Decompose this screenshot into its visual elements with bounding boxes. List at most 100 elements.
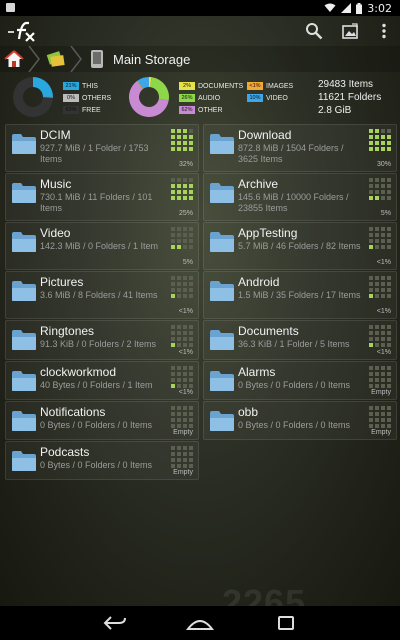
legend-item: 26% AUDIO [179, 93, 220, 103]
legend-item: 0% OTHERS [63, 93, 111, 103]
usage-grid-icon [171, 227, 193, 249]
home-icon[interactable] [4, 50, 24, 68]
usage-grid-icon [369, 227, 391, 249]
folder-icon [11, 280, 37, 302]
legend-percent: 63% [63, 106, 79, 114]
legend-percent: 0% [63, 94, 79, 102]
usage-percent: <1% [376, 259, 391, 266]
usage-percent: Empty [371, 429, 391, 436]
breadcrumb-separator-icon [28, 46, 40, 72]
folder-name: Documents [238, 324, 299, 338]
folder-icon [11, 182, 37, 204]
folder-item[interactable]: Music 730.1 MiB / 11 Folders / 101 Items 2… [5, 173, 199, 221]
folder-item[interactable]: Android 1.5 MiB / 35 Folders / 17 Items <1… [203, 271, 397, 319]
apps-icon[interactable] [45, 50, 67, 68]
folder-item[interactable]: Pictures 3.6 MiB / 8 Folders / 41 Items <1… [5, 271, 199, 319]
total-size: 2.8 GiB [318, 105, 352, 116]
folder-item[interactable]: Alarms 0 Bytes / 0 Folders / 0 Items Empty [203, 361, 397, 400]
legend-percent: 62% [179, 106, 195, 114]
folder-details: 142.3 MiB / 0 Folders / 1 Item [40, 241, 159, 251]
battery-icon [356, 2, 363, 14]
file-type-donut-chart [129, 77, 169, 117]
legend-label: FREE [82, 106, 101, 114]
folder-icon [11, 329, 37, 351]
usage-grid-icon [369, 406, 391, 428]
folder-icon [11, 370, 37, 392]
usage-grid-icon [171, 129, 193, 151]
recents-icon[interactable] [277, 615, 295, 631]
current-location[interactable]: Main Storage [113, 52, 190, 67]
search-icon[interactable] [305, 22, 323, 40]
breadcrumb: Main Storage [0, 46, 400, 72]
folder-item[interactable]: DCIM 927.7 MiB / 1 Folder / 1753 Items 32% [5, 124, 199, 172]
folder-icon [209, 133, 235, 155]
legend-percent: 21% [63, 82, 79, 90]
usage-percent: 30% [376, 161, 391, 168]
legend-item: 63% FREE [63, 105, 101, 115]
folder-details: 40 Bytes / 0 Folders / 1 Item [40, 380, 153, 390]
breadcrumb-separator-icon [70, 46, 82, 72]
folder-icon [11, 133, 37, 155]
folder-name: Android [238, 275, 280, 289]
usage-grid-icon [369, 178, 391, 200]
cell-signal-icon [341, 3, 352, 13]
gallery-icon[interactable] [341, 22, 359, 40]
legend-item: <1% IMAGES [247, 81, 293, 91]
folder-name: clockworkmod [40, 365, 117, 379]
folder-name: Video [40, 226, 71, 240]
status-bar: 3:02 [0, 0, 400, 16]
usage-grid-icon [171, 325, 193, 347]
usage-grid-icon [171, 406, 193, 428]
back-icon[interactable] [103, 615, 127, 631]
folder-icon [11, 231, 37, 253]
legend-item: 21% THIS [63, 81, 98, 91]
folder-item[interactable]: Download 872.8 MiB / 1504 Folders / 3625 … [203, 124, 397, 172]
usage-grid-icon [171, 446, 193, 468]
folder-details: 0 Bytes / 0 Folders / 0 Items [40, 460, 153, 470]
legend-label: AUDIO [198, 94, 221, 102]
usage-percent: 25% [178, 210, 193, 217]
folder-details: 927.7 MiB / 1 Folder / 1753 Items [40, 143, 149, 164]
usage-percent: <1% [376, 308, 391, 315]
usage-percent: 32% [178, 161, 193, 168]
legend-label: OTHER [198, 106, 223, 114]
usage-grid-icon [369, 366, 391, 388]
storage-totals: 29483 Items 11621 Folders 2.8 GiB [318, 78, 381, 117]
phone-storage-icon[interactable] [90, 49, 104, 69]
home-button-icon[interactable] [186, 615, 214, 631]
clock: 3:02 [367, 1, 392, 15]
donut-slice [150, 77, 169, 101]
folder-icon [209, 280, 235, 302]
folder-item[interactable]: Ringtones 91.3 KiB / 0 Folders / 2 Items <… [5, 320, 199, 360]
folder-name: obb [238, 405, 259, 419]
folder-name: Music [40, 177, 72, 191]
usage-percent: 5% [380, 210, 391, 217]
folder-name: Podcasts [40, 445, 90, 459]
folder-name: Download [238, 128, 292, 142]
fx-logo-icon[interactable] [6, 20, 36, 42]
folder-item[interactable]: Notifications 0 Bytes / 0 Folders / 0 Ite… [5, 401, 199, 440]
folder-item[interactable]: obb 0 Bytes / 0 Folders / 0 Items Empty [203, 401, 397, 440]
folder-name: DCIM [40, 128, 71, 142]
overflow-menu-icon[interactable] [375, 22, 393, 40]
usage-percent: <1% [376, 349, 391, 356]
folder-item[interactable]: AppTesting 5.7 MiB / 46 Folders / 82 Item… [203, 222, 397, 270]
legend-label: IMAGES [266, 82, 294, 90]
folder-item[interactable]: Archive 145.6 MiB / 10000 Folders / 23855… [203, 173, 397, 221]
legend-label: THIS [82, 82, 98, 90]
folder-name: AppTesting [238, 226, 298, 240]
folder-icon [209, 182, 235, 204]
folder-item[interactable]: Podcasts 0 Bytes / 0 Folders / 0 Items Emp… [5, 441, 199, 480]
action-bar [0, 16, 400, 46]
folder-details: 1.5 MiB / 35 Folders / 17 Items [238, 290, 361, 300]
folder-item[interactable]: Video 142.3 MiB / 0 Folders / 1 Item 5% [5, 222, 199, 270]
legend-label: VIDEO [266, 94, 288, 102]
folder-icon [11, 410, 37, 432]
navigation-bar [0, 606, 400, 640]
usage-percent: 5% [182, 259, 193, 266]
legend-label: DOCUMENTS [198, 82, 244, 90]
folder-item[interactable]: clockworkmod 40 Bytes / 0 Folders / 1 Ite… [5, 361, 199, 400]
legend-percent: 26% [179, 94, 195, 102]
folder-icon [209, 231, 235, 253]
folder-item[interactable]: Documents 36.3 KiB / 1 Folder / 5 Items <1… [203, 320, 397, 360]
